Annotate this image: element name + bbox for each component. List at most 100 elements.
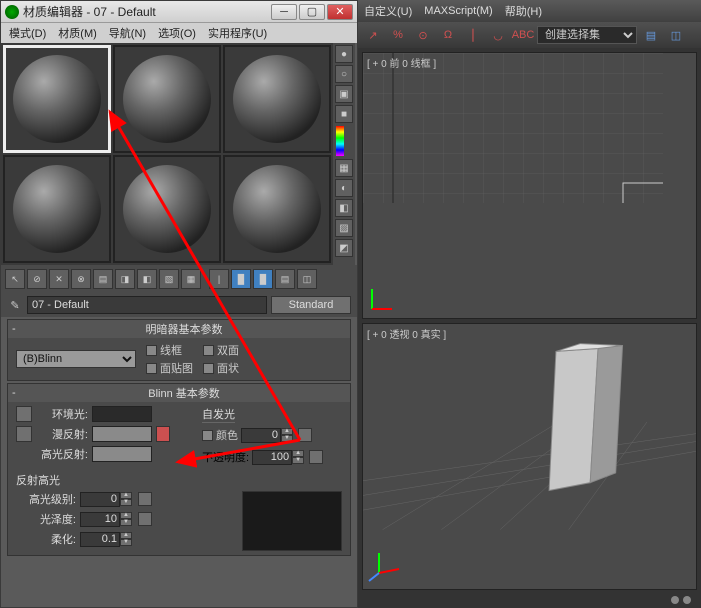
make-copy-icon[interactable]: ▤ — [93, 269, 113, 289]
menu-navigate[interactable]: 导航(N) — [103, 23, 152, 43]
menu-material[interactable]: 材质(M) — [52, 23, 103, 43]
material-name-input[interactable] — [27, 296, 267, 314]
wireframe-checkbox[interactable]: 线框 — [146, 342, 193, 358]
menu-help[interactable]: 帮助(H) — [505, 3, 542, 19]
shader-rollout-header[interactable]: - 明暗器基本参数 — [8, 320, 350, 338]
diffuse-swatch[interactable] — [92, 426, 152, 442]
perspective-viewport[interactable]: [ + 0 透视 0 真实 ] — [362, 323, 697, 590]
menu-mode[interactable]: 模式(D) — [3, 23, 52, 43]
highlight-preview — [242, 491, 342, 551]
spinner-down-icon[interactable]: ▼ — [120, 499, 132, 506]
twosided-checkbox[interactable]: 双面 — [203, 342, 239, 358]
options-icon[interactable]: ◧ — [335, 199, 353, 217]
sample-slot-1[interactable] — [113, 45, 221, 153]
background-icon[interactable]: ▣ — [335, 85, 353, 103]
lock-icon[interactable] — [156, 426, 170, 442]
go-forward-icon[interactable]: █ — [231, 269, 251, 289]
perspective-viewport-label[interactable]: [ + 0 透视 0 真实 ] — [367, 326, 446, 341]
put-to-lib-icon[interactable]: ◧ — [137, 269, 157, 289]
sample-type-icon[interactable]: ● — [335, 45, 353, 63]
diffuse-label: 漫反射: — [36, 426, 88, 442]
ambient-label: 环境光: — [36, 406, 88, 422]
material-type-button[interactable]: Standard — [271, 296, 351, 314]
put-to-scene-icon[interactable]: ⊘ — [27, 269, 47, 289]
mat-map-nav-icon[interactable]: ◩ — [335, 239, 353, 257]
side-toolbar: ● ○ ▣ ■ ▦ ◐ ◧ ▨ ◩ — [333, 43, 355, 265]
self-illum-header: 自发光 — [202, 406, 235, 423]
diffuse-toggle-icon[interactable] — [16, 426, 32, 442]
menu-utilities[interactable]: 实用程序(U) — [202, 23, 273, 43]
spec-level-map-button[interactable] — [138, 492, 152, 506]
menu-maxscript[interactable]: MAXScript(M) — [424, 5, 492, 17]
gloss-map-button[interactable] — [138, 512, 152, 526]
make-preview-icon[interactable]: ◐ — [335, 179, 353, 197]
menu-options[interactable]: 选项(O) — [152, 23, 202, 43]
ambient-lock-icon[interactable] — [16, 406, 32, 422]
selection-set-combo[interactable]: 创建选择集 — [537, 26, 637, 44]
opacity-value-input[interactable] — [252, 450, 292, 465]
assign-icon[interactable]: ✕ — [49, 269, 69, 289]
specular-swatch[interactable] — [92, 446, 152, 462]
minimize-button[interactable]: ─ — [271, 4, 297, 20]
spinner-up-icon[interactable]: ▲ — [292, 450, 304, 457]
curve-icon[interactable]: ◡ — [487, 24, 509, 46]
magnet-icon[interactable]: Ω — [437, 24, 459, 46]
pick-icon[interactable]: ◫ — [297, 269, 317, 289]
self-illum-color-checkbox[interactable] — [202, 430, 213, 441]
mat-id-icon[interactable]: ▧ — [159, 269, 179, 289]
gloss-input[interactable] — [80, 512, 120, 527]
reset-map-icon[interactable]: ⊗ — [71, 269, 91, 289]
sample-slot-5[interactable] — [223, 155, 331, 263]
show-end-result-icon[interactable]: ▦ — [181, 269, 201, 289]
front-viewport[interactable]: [ + 0 前 0 线框 ] — [362, 52, 697, 319]
front-viewport-label[interactable]: [ + 0 前 0 线框 ] — [367, 55, 436, 70]
show-map-icon[interactable]: ▤ — [275, 269, 295, 289]
percent-snap-icon[interactable]: % — [387, 24, 409, 46]
go-parent-icon[interactable]: | — [209, 269, 229, 289]
shader-select[interactable]: (B)Blinn — [16, 350, 136, 368]
spec-level-input[interactable] — [80, 492, 120, 507]
select-by-mat-icon[interactable]: ▨ — [335, 219, 353, 237]
spinner-down-icon[interactable]: ▼ — [120, 519, 132, 526]
self-illum-value-input[interactable] — [241, 428, 281, 443]
spinner-down-icon[interactable]: ▼ — [281, 435, 293, 442]
snap-icon[interactable]: ⊙ — [412, 24, 434, 46]
specular-label: 高光反射: — [36, 446, 88, 462]
maximize-button[interactable]: ▢ — [299, 4, 325, 20]
spinner-up-icon[interactable]: ▲ — [281, 428, 293, 435]
menu-customize[interactable]: 自定义(U) — [364, 3, 412, 19]
go-sibling-icon[interactable]: █ — [253, 269, 273, 289]
spinner-down-icon[interactable]: ▼ — [292, 457, 304, 464]
abc-icon[interactable]: ABC — [512, 24, 534, 46]
sample-slot-3[interactable] — [3, 155, 111, 263]
backlight-icon[interactable]: ○ — [335, 65, 353, 83]
eyedropper-icon[interactable]: ✎ — [7, 297, 23, 313]
spinner-down-icon[interactable]: ▼ — [120, 539, 132, 546]
spinner-up-icon[interactable]: ▲ — [120, 512, 132, 519]
soften-input[interactable] — [80, 532, 120, 547]
titlebar[interactable]: 材质编辑器 - 07 - Default ─ ▢ ✕ — [1, 1, 357, 23]
sample-slot-2[interactable] — [223, 45, 331, 153]
axis-gizmo — [367, 284, 397, 314]
vp-tool-0[interactable]: ↗ — [362, 24, 384, 46]
video-check-icon[interactable]: ▦ — [335, 159, 353, 177]
sample-uv-icon[interactable]: ■ — [335, 105, 353, 123]
spinner-up-icon[interactable]: ▲ — [120, 492, 132, 499]
layer-icon[interactable]: ▤ — [640, 24, 662, 46]
make-unique-icon[interactable]: ◨ — [115, 269, 135, 289]
faceted-checkbox[interactable]: 面状 — [203, 360, 239, 376]
close-button[interactable]: ✕ — [327, 4, 353, 20]
opacity-label: 不透明度: — [202, 449, 249, 465]
ambient-swatch[interactable] — [92, 406, 152, 422]
sample-slot-0[interactable] — [3, 45, 111, 153]
self-illum-map-button[interactable] — [298, 428, 312, 442]
opacity-map-button[interactable] — [309, 450, 323, 464]
get-material-icon[interactable]: ↖ — [5, 269, 25, 289]
viewport-panel: 自定义(U) MAXScript(M) 帮助(H) ↗ % ⊙ Ω ⎮ ◡ AB… — [358, 0, 701, 608]
blinn-rollout-header[interactable]: - Blinn 基本参数 — [8, 384, 350, 402]
isolate-icon[interactable]: ◫ — [665, 24, 687, 46]
color-strip-icon[interactable] — [336, 126, 344, 156]
spinner-up-icon[interactable]: ▲ — [120, 532, 132, 539]
facemap-checkbox[interactable]: 面贴图 — [146, 360, 193, 376]
sample-slot-4[interactable] — [113, 155, 221, 263]
